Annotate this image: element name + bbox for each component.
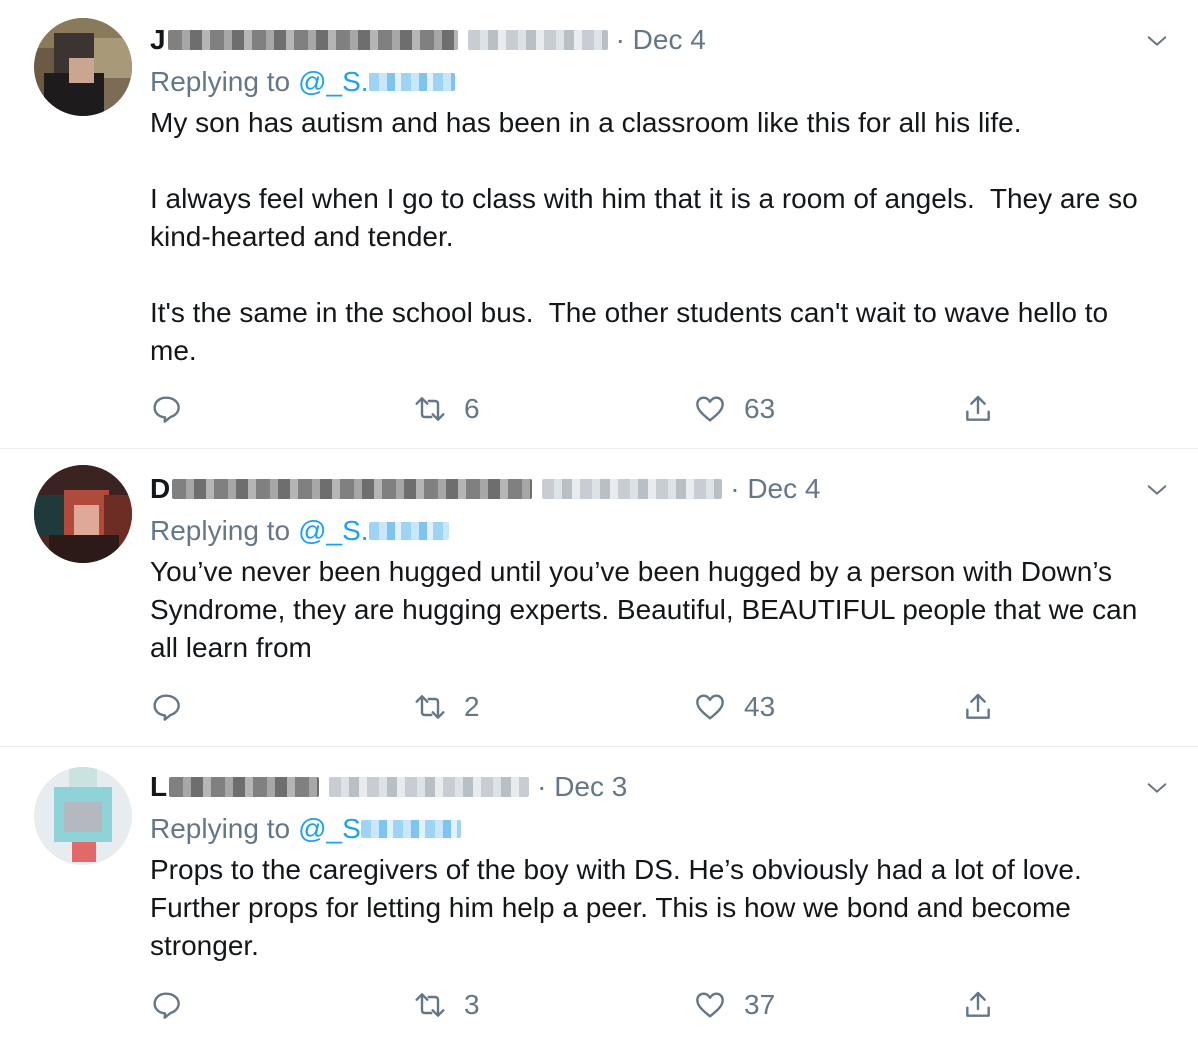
tweet-actions: 3 37 xyxy=(150,985,1030,1025)
retweet-button[interactable]: 2 xyxy=(414,687,480,727)
heart-icon xyxy=(696,694,724,720)
avatar[interactable] xyxy=(34,18,132,116)
author-name[interactable]: L xyxy=(150,771,167,803)
avatar[interactable] xyxy=(34,767,132,865)
retweet-count: 6 xyxy=(464,393,480,424)
replying-to: Replying to @_S. xyxy=(150,64,455,100)
author-line[interactable]: D · Dec 4 xyxy=(150,471,820,507)
author-handle-redacted xyxy=(467,30,608,50)
author-handle-redacted xyxy=(329,777,530,797)
like-button[interactable]: 37 xyxy=(694,985,775,1025)
share-icon xyxy=(966,693,990,719)
share-button[interactable] xyxy=(962,389,994,429)
retweet-button[interactable]: 3 xyxy=(414,985,480,1025)
retweet-icon xyxy=(415,695,445,719)
tweet[interactable]: D · Dec 4 Replying to @_S. You’ve never … xyxy=(0,449,1198,747)
author-line[interactable]: L · Dec 3 xyxy=(150,769,627,805)
tweet-date[interactable]: · Dec 4 xyxy=(730,473,820,505)
tweet-text: My son has autism and has been in a clas… xyxy=(150,107,1138,366)
tweet-text: Props to the caregivers of the boy with … xyxy=(150,854,1090,961)
author-name[interactable]: D xyxy=(150,473,170,505)
reply-handle-redacted xyxy=(368,73,455,91)
author-name-redacted xyxy=(167,30,458,50)
tweet[interactable]: L · Dec 3 Replying to @_S Props to the c… xyxy=(0,747,1198,1044)
reply-handle[interactable]: @_S. xyxy=(298,66,368,98)
reply-handle-redacted xyxy=(368,522,449,540)
tweet-date[interactable]: · Dec 4 xyxy=(616,24,706,56)
chevron-down-icon[interactable] xyxy=(1146,30,1168,52)
chevron-down-icon[interactable] xyxy=(1146,777,1168,799)
retweet-button[interactable]: 6 xyxy=(414,389,480,429)
author-line[interactable]: J · Dec 4 xyxy=(150,22,706,58)
tweet-actions: 6 63 xyxy=(150,389,1030,429)
share-icon xyxy=(966,395,990,421)
tweet[interactable]: J · Dec 4 Replying to @_S. My son has au… xyxy=(0,0,1198,449)
reply-handle[interactable]: @_S xyxy=(298,813,361,845)
share-icon xyxy=(966,991,990,1017)
replying-to: Replying to @_S. xyxy=(150,513,449,549)
share-button[interactable] xyxy=(962,985,994,1025)
heart-icon xyxy=(696,396,724,422)
retweet-count: 2 xyxy=(464,691,480,722)
reply-button[interactable] xyxy=(150,389,182,429)
tweet-actions: 2 43 xyxy=(150,687,1030,727)
retweet-count: 3 xyxy=(464,989,480,1020)
reply-icon xyxy=(153,992,180,1019)
author-handle-redacted xyxy=(542,479,723,499)
reply-button[interactable] xyxy=(150,687,182,727)
like-count: 63 xyxy=(744,393,776,424)
reply-handle-redacted xyxy=(360,820,461,838)
like-count: 43 xyxy=(744,691,776,722)
like-count: 37 xyxy=(744,989,776,1020)
author-name[interactable]: J xyxy=(150,24,166,56)
tweet-date[interactable]: · Dec 3 xyxy=(537,771,627,803)
author-name-redacted xyxy=(172,479,533,499)
replying-to-label: Replying to xyxy=(150,66,291,97)
chevron-down-icon[interactable] xyxy=(1146,479,1168,501)
author-name-redacted xyxy=(169,777,320,797)
retweet-icon xyxy=(415,397,445,421)
reply-button[interactable] xyxy=(150,985,182,1025)
reply-handle[interactable]: @_S. xyxy=(298,515,368,547)
share-button[interactable] xyxy=(962,687,994,727)
reply-icon xyxy=(153,396,180,423)
heart-icon xyxy=(696,992,724,1018)
avatar[interactable] xyxy=(34,465,132,563)
like-button[interactable]: 43 xyxy=(694,687,775,727)
reply-icon xyxy=(153,694,180,721)
like-button[interactable]: 63 xyxy=(694,389,775,429)
tweet-text: You’ve never been hugged until you’ve be… xyxy=(150,556,1146,663)
replying-to: Replying to @_S xyxy=(150,811,461,847)
retweet-icon xyxy=(415,993,445,1017)
replying-to-label: Replying to xyxy=(150,515,291,546)
replying-to-label: Replying to xyxy=(150,813,291,844)
